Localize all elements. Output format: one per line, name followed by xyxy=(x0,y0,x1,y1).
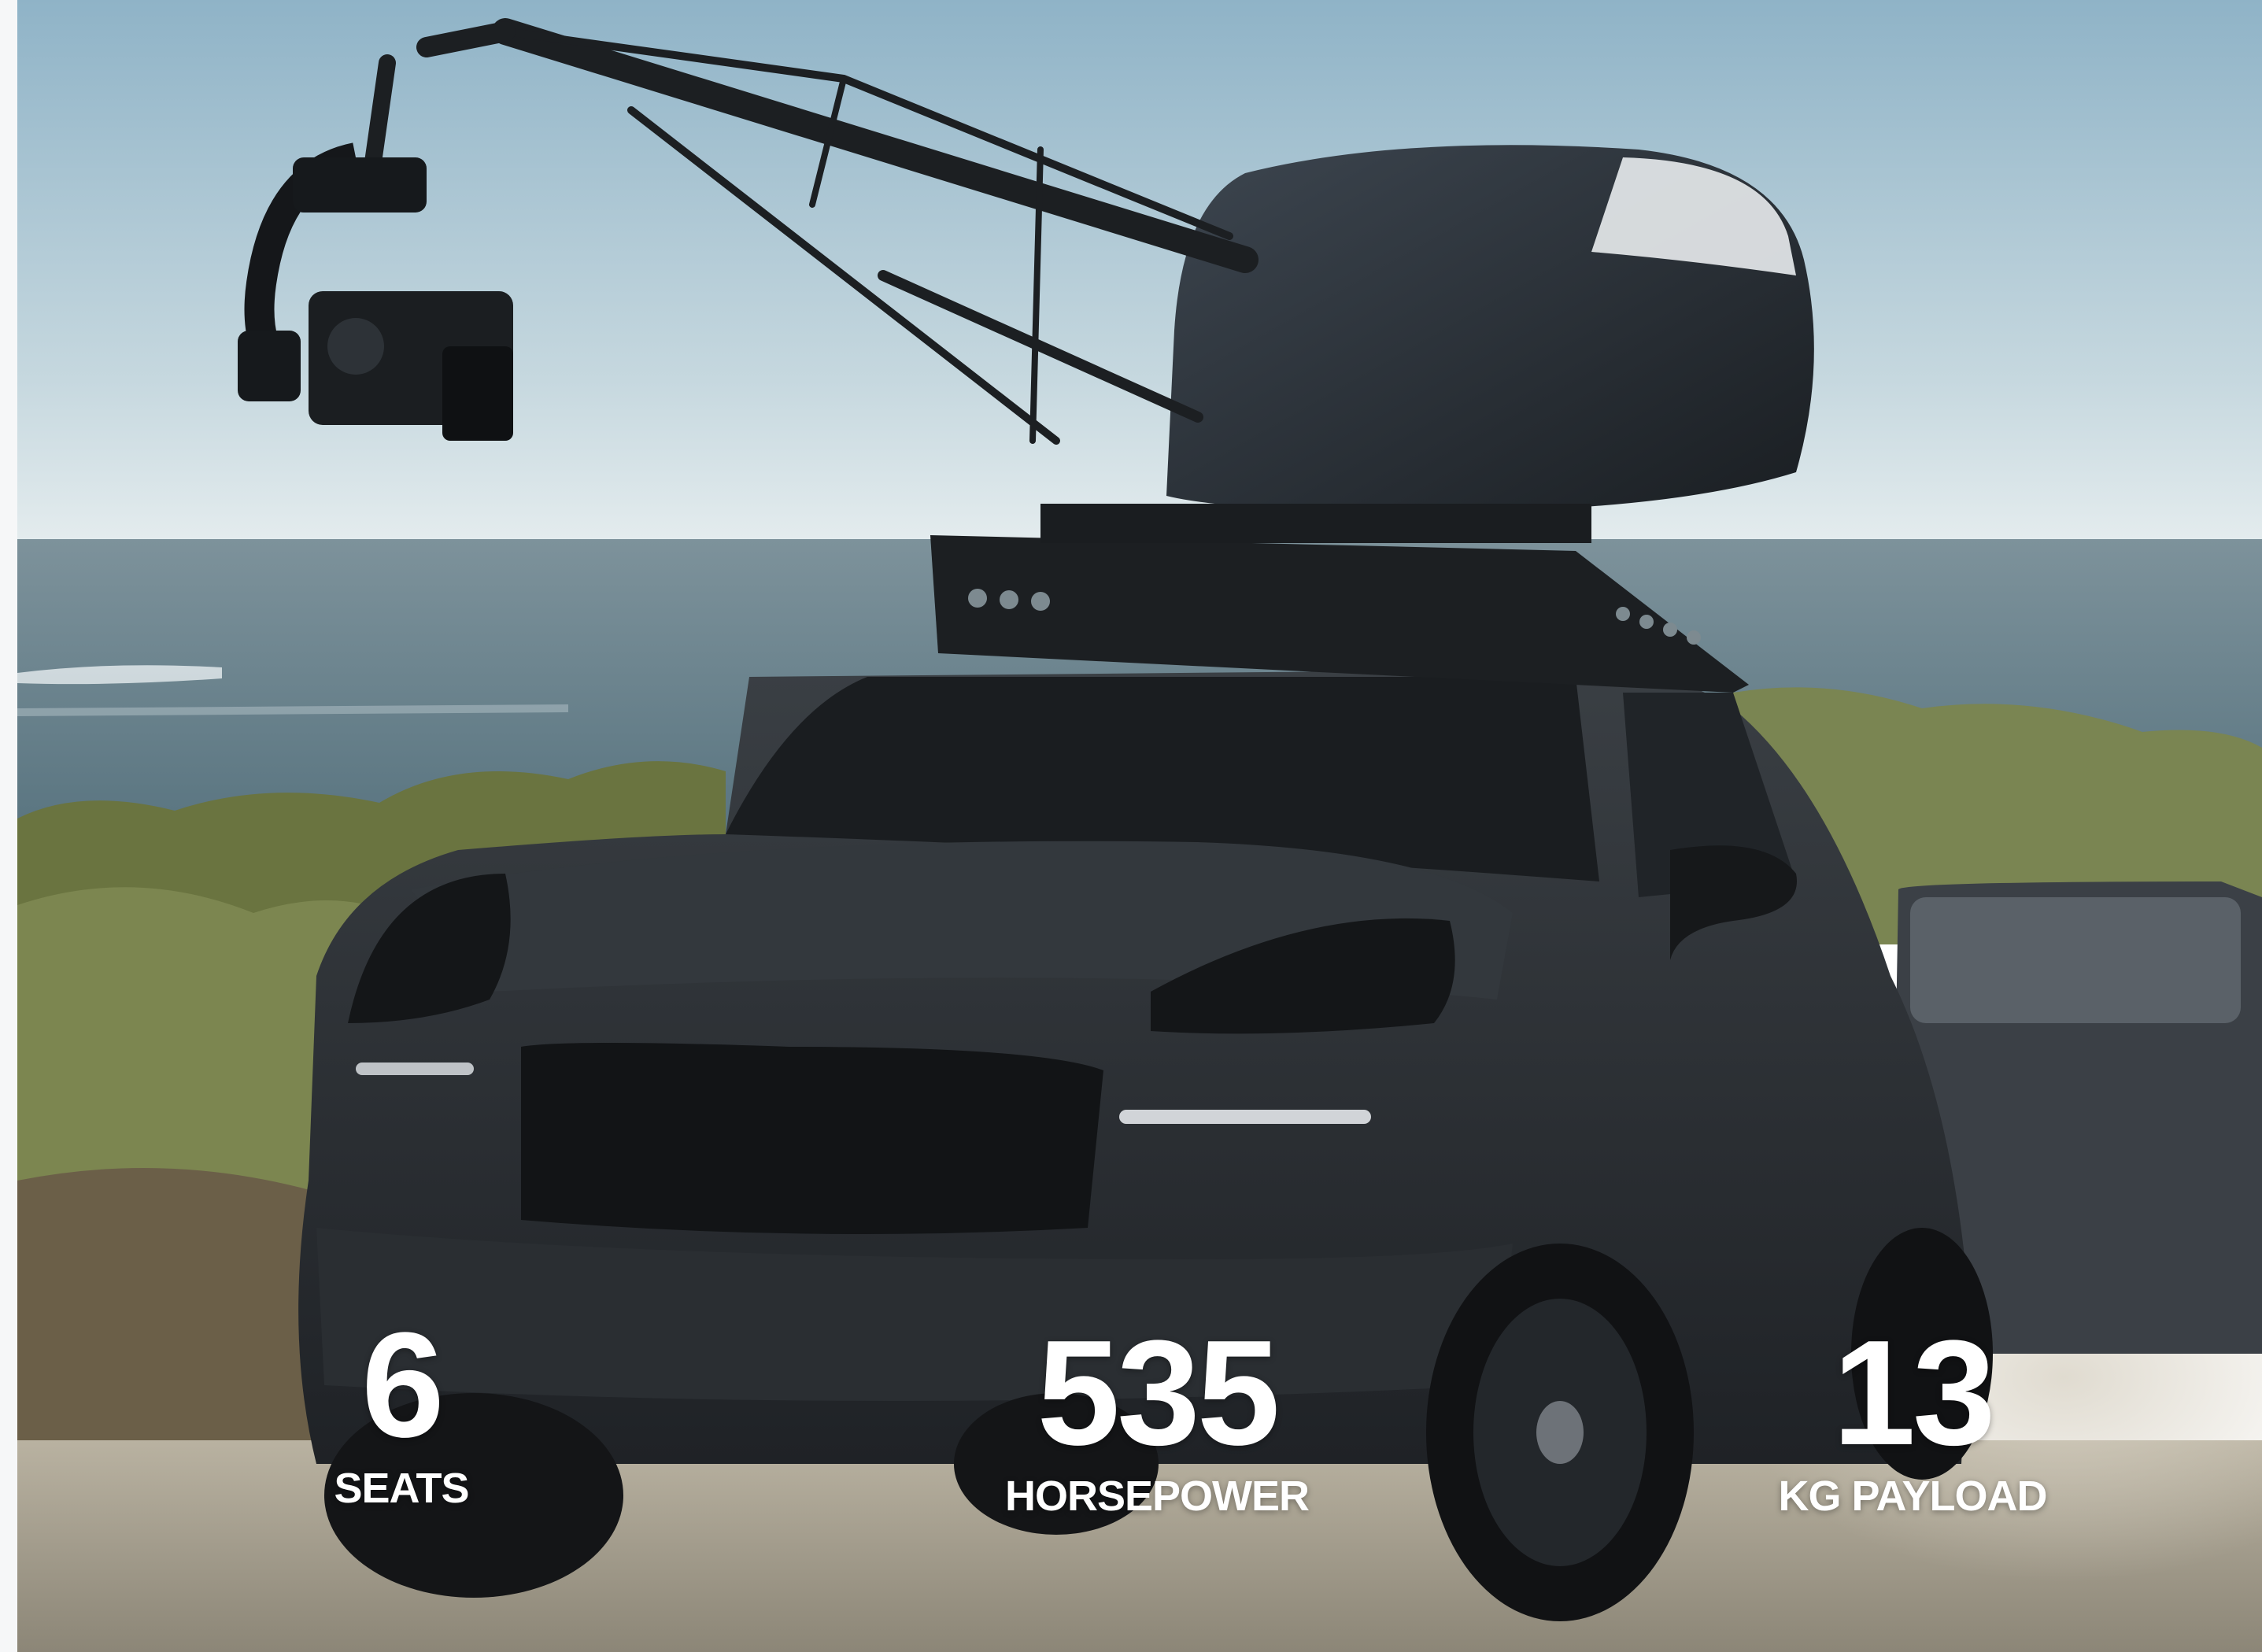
stat-seats-value: 6 xyxy=(361,1302,445,1469)
stat-seats-label: SEATS xyxy=(334,1465,469,1512)
stat-horsepower: 535 HORSEPOWER xyxy=(976,1318,1338,1520)
stat-payload: 13 KG PAYLOAD xyxy=(1755,1318,2070,1520)
stat-horsepower-label: HORSEPOWER xyxy=(1004,1473,1310,1520)
stat-seats: 6 SEATS xyxy=(307,1310,496,1512)
stat-payload-label: KG PAYLOAD xyxy=(1778,1473,2047,1520)
stat-horsepower-value: 535 xyxy=(1037,1310,1280,1476)
left-margin xyxy=(0,0,17,1652)
stat-payload-value: 13 xyxy=(1832,1310,1995,1476)
grille xyxy=(521,1043,1103,1234)
sky xyxy=(17,0,2262,543)
page: 6 SEATS 535 HORSEPOWER 13 KG PAYLOAD xyxy=(0,0,2262,1652)
